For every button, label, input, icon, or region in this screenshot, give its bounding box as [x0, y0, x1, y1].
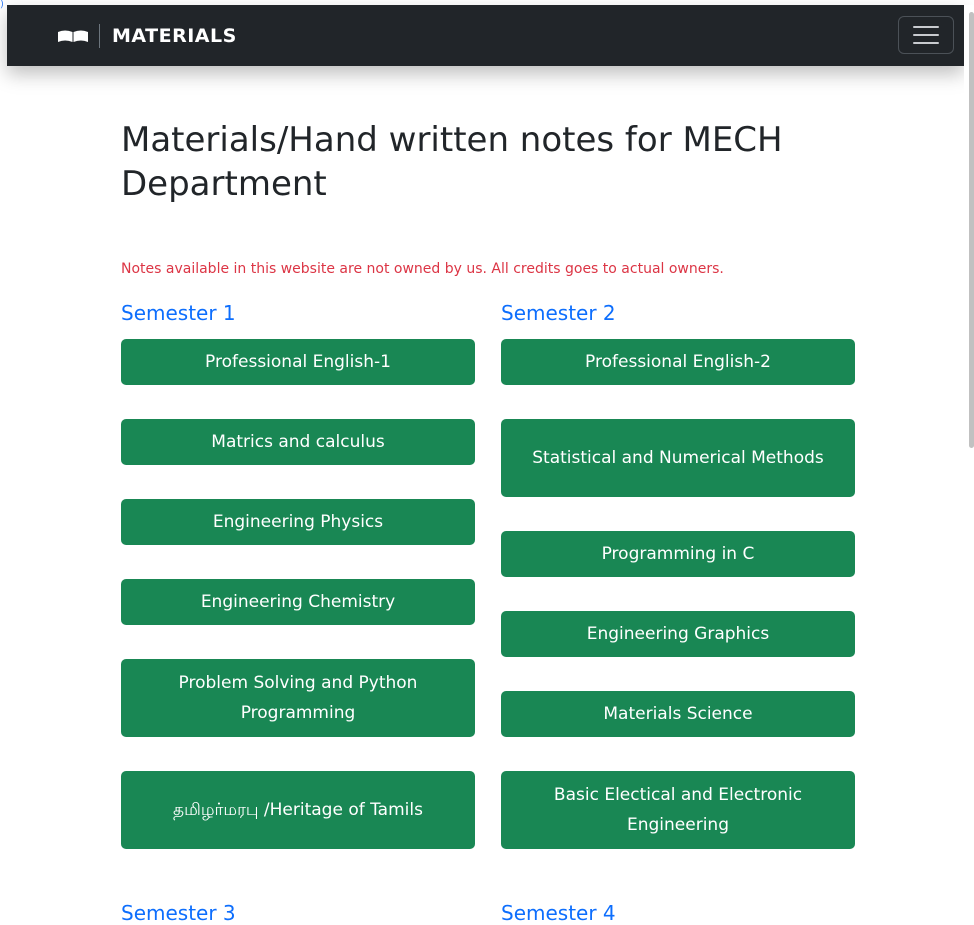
subject-button-engineering-graphics[interactable]: Engineering Graphics	[501, 611, 855, 657]
open-book-icon	[58, 30, 88, 42]
hamburger-menu-icon	[913, 26, 939, 28]
corner-artifact: )	[0, 0, 4, 10]
semester-4-heading: Semester 4	[501, 901, 616, 925]
brand[interactable]: MATERIALS	[57, 5, 237, 66]
subject-button-heritage-of-tamils[interactable]: தமிழர்மரபு /Heritage of Tamils	[121, 771, 475, 849]
menu-toggle-button[interactable]	[898, 16, 954, 54]
subject-button-statistical-numerical-methods[interactable]: Statistical and Numerical Methods	[501, 419, 855, 497]
scrollbar-thumb[interactable]	[969, 12, 974, 448]
disclaimer-text: Notes available in this website are not …	[121, 261, 724, 277]
navbar: MATERIALS	[7, 5, 964, 66]
semester-1-heading: Semester 1	[121, 301, 236, 325]
brand-text: MATERIALS	[112, 24, 237, 47]
subject-button-professional-english-2[interactable]: Professional English-2	[501, 339, 855, 385]
semester-2-heading: Semester 2	[501, 301, 616, 325]
subject-button-python-programming[interactable]: Problem Solving and Python Programming	[121, 659, 475, 737]
subject-button-engineering-chemistry[interactable]: Engineering Chemistry	[121, 579, 475, 625]
subject-button-professional-english-1[interactable]: Professional English-1	[121, 339, 475, 385]
subject-button-matrics-and-calculus[interactable]: Matrics and calculus	[121, 419, 475, 465]
brand-divider	[99, 23, 100, 48]
subject-button-materials-science[interactable]: Materials Science	[501, 691, 855, 737]
subject-button-programming-in-c[interactable]: Programming in C	[501, 531, 855, 577]
semester-3-heading: Semester 3	[121, 901, 236, 925]
page-title: Materials/Hand written notes for MECH De…	[121, 120, 783, 204]
subject-button-engineering-physics[interactable]: Engineering Physics	[121, 499, 475, 545]
subject-button-electrical-electronic-engineering[interactable]: Basic Electical and Electronic Engineeri…	[501, 771, 855, 849]
